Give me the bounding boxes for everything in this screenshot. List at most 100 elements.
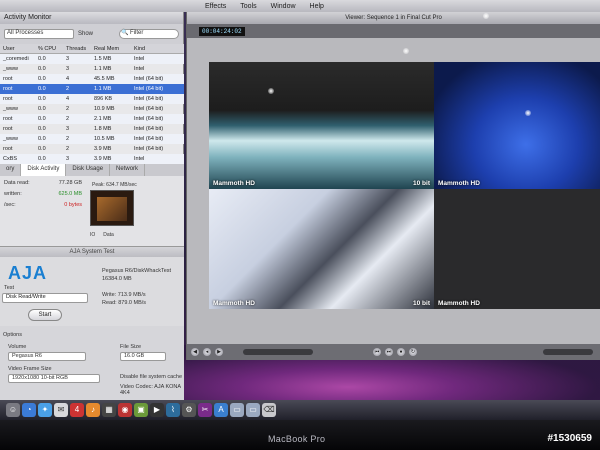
tab-disk-activity[interactable]: Disk Activity [21, 164, 67, 176]
table-row[interactable]: root 0.0 3 1.8 MB Intel (64 bit) [0, 124, 184, 134]
menu-window[interactable]: Window [271, 3, 296, 10]
col-threads[interactable]: Threads [66, 46, 94, 52]
jog-wheel-icon[interactable]: ● [397, 348, 405, 356]
step-back-icon[interactable]: ◂ [203, 348, 211, 356]
legend-io[interactable]: IO [90, 232, 95, 238]
table-row[interactable]: root 0.0 2 3.9 MB Intel (64 bit) [0, 144, 184, 154]
menu-tools[interactable]: Tools [240, 3, 256, 10]
test-mode-select[interactable]: Disk Read/Write [2, 293, 88, 303]
data-read-value: 77.28 GB [58, 180, 82, 186]
file-size-select[interactable]: 16.0 GB [120, 352, 166, 361]
zoom-slider[interactable] [543, 349, 593, 355]
process-filter-select[interactable]: All Processes [4, 29, 74, 39]
written-label: written: [4, 191, 22, 197]
table-cell: 0.0 [38, 56, 46, 62]
table-cell: Intel [134, 156, 145, 162]
loop-icon[interactable]: ↻ [409, 348, 417, 356]
table-row[interactable]: _www 0.0 2 10.9 MB Intel (64 bit) [0, 104, 184, 114]
preview-icon[interactable]: ▣ [134, 403, 148, 417]
table-cell: 2 [66, 136, 70, 142]
read-speed: Read: 879.0 MB/s [102, 300, 147, 306]
rewind-icon[interactable]: ◀ [191, 348, 199, 356]
shuttle-slider[interactable] [243, 349, 313, 355]
table-cell: root [3, 96, 13, 102]
table-row[interactable]: root 0.0 2 1.1 MB Intel (64 bit) [0, 84, 184, 94]
table-row[interactable]: _www 0.0 3 1.1 MB Intel [0, 64, 184, 74]
test-label: Test [4, 285, 15, 291]
table-cell: Intel (64 bit) [134, 106, 164, 112]
table-row[interactable]: root 0.0 4 45.5 MB Intel (64 bit) [0, 74, 184, 84]
itunes-icon[interactable]: ♪ [86, 403, 100, 417]
mail-icon[interactable]: ✉ [54, 403, 68, 417]
col-cpu[interactable]: % CPU [38, 46, 66, 52]
table-row[interactable]: root 0.0 4 896 KB Intel (64 bit) [0, 94, 184, 104]
dashboard-icon[interactable]: ◔ [22, 403, 36, 417]
play-icon[interactable]: ▶ [215, 348, 223, 356]
clip-lava: Mammoth HD [434, 62, 600, 189]
table-cell: _www [3, 136, 18, 142]
col-kind[interactable]: Kind [134, 46, 184, 52]
search-input[interactable]: Filter [119, 29, 179, 39]
table-cell: 4 [66, 76, 70, 82]
table-cell: 0.0 [38, 116, 46, 122]
col-user[interactable]: User [0, 46, 38, 52]
terminal-icon[interactable]: ▶ [150, 403, 164, 417]
data-read-label: Data read: [4, 180, 30, 186]
app-store-icon[interactable]: A [214, 403, 228, 417]
volume-info: Pegasus R6/DiskWhackTest [102, 268, 172, 274]
folder-icon[interactable]: ▭ [230, 403, 244, 417]
activity-monitor-icon[interactable]: ⌇ [166, 403, 180, 417]
tab-memory[interactable]: ory [0, 164, 22, 176]
table-cell: Intel (64 bit) [134, 146, 164, 152]
bottom-tabs: ory Disk Activity Disk Usage Network [0, 164, 184, 176]
safari-icon[interactable]: ✦ [38, 403, 52, 417]
table-cell: Intel (64 bit) [134, 76, 164, 82]
table-cell: 3 [66, 126, 70, 132]
legend-data[interactable]: Data [103, 232, 114, 238]
table-header: User % CPU Threads Real Mem Kind [0, 44, 184, 54]
table-row[interactable]: _coremedi 0.0 3 1.5 MB Intel [0, 54, 184, 64]
codec-label: Video Codec: AJA KONA 4K4 [120, 384, 181, 396]
photo-booth-icon[interactable]: ◉ [118, 403, 132, 417]
table-cell: 3 [66, 156, 70, 162]
menu-effects[interactable]: Effects [205, 3, 226, 10]
table-cell: CxBS [3, 156, 18, 162]
frame-size-select[interactable]: 1920x1080 10-bit RGB [8, 374, 100, 383]
disable-cache-checkbox[interactable]: Disable file system cache [120, 374, 182, 380]
folder-icon[interactable]: ▭ [246, 403, 260, 417]
col-real-mem[interactable]: Real Mem [94, 46, 134, 52]
tab-network[interactable]: Network [110, 164, 146, 176]
video-canvas: Mammoth HD 10 bit Mammoth HD Mammoth HD … [187, 38, 600, 348]
system-prefs-icon[interactable]: ⚙ [182, 403, 196, 417]
mark-in-icon[interactable]: ⏮ [373, 348, 381, 356]
calendar-icon[interactable]: 4 [70, 403, 84, 417]
sec-label: /sec: [4, 202, 16, 208]
table-cell: 0.0 [38, 66, 46, 72]
table-cell: Intel (64 bit) [134, 126, 164, 132]
table-cell: root [3, 86, 13, 92]
table-cell: Intel (64 bit) [134, 116, 164, 122]
table-cell: root [3, 146, 13, 152]
tab-disk-usage[interactable]: Disk Usage [66, 164, 111, 176]
table-cell: 10.5 MB [94, 136, 115, 142]
reflection-glare [483, 13, 489, 19]
timecode-display[interactable]: 00:04:24:02 [199, 26, 245, 36]
table-row[interactable]: root 0.0 2 2.1 MB Intel (64 bit) [0, 114, 184, 124]
table-row[interactable]: CxBS 0.0 3 3.9 MB Intel [0, 154, 184, 164]
clip-label: Mammoth HD [213, 300, 255, 307]
finder-icon[interactable]: ☺ [6, 403, 20, 417]
table-cell: 896 KB [94, 96, 113, 102]
start-button[interactable]: Start [28, 309, 62, 321]
table-cell: 1.1 MB [94, 86, 112, 92]
table-row[interactable]: _www 0.0 2 10.5 MB Intel (64 bit) [0, 134, 184, 144]
table-cell: _coremedi [3, 56, 29, 62]
mark-out-icon[interactable]: ⏭ [385, 348, 393, 356]
app-icon[interactable]: ▦ [102, 403, 116, 417]
photo-frame: Effects Tools Window Help Activity Monit… [0, 0, 600, 450]
window-title: Activity Monitor [0, 12, 183, 24]
clip-bitdepth: 10 bit [413, 300, 430, 307]
volume-select[interactable]: Pegasus R6 [8, 352, 86, 361]
trash-icon[interactable]: ⌫ [262, 403, 276, 417]
menu-help[interactable]: Help [310, 3, 324, 10]
final-cut-icon[interactable]: ✂ [198, 403, 212, 417]
